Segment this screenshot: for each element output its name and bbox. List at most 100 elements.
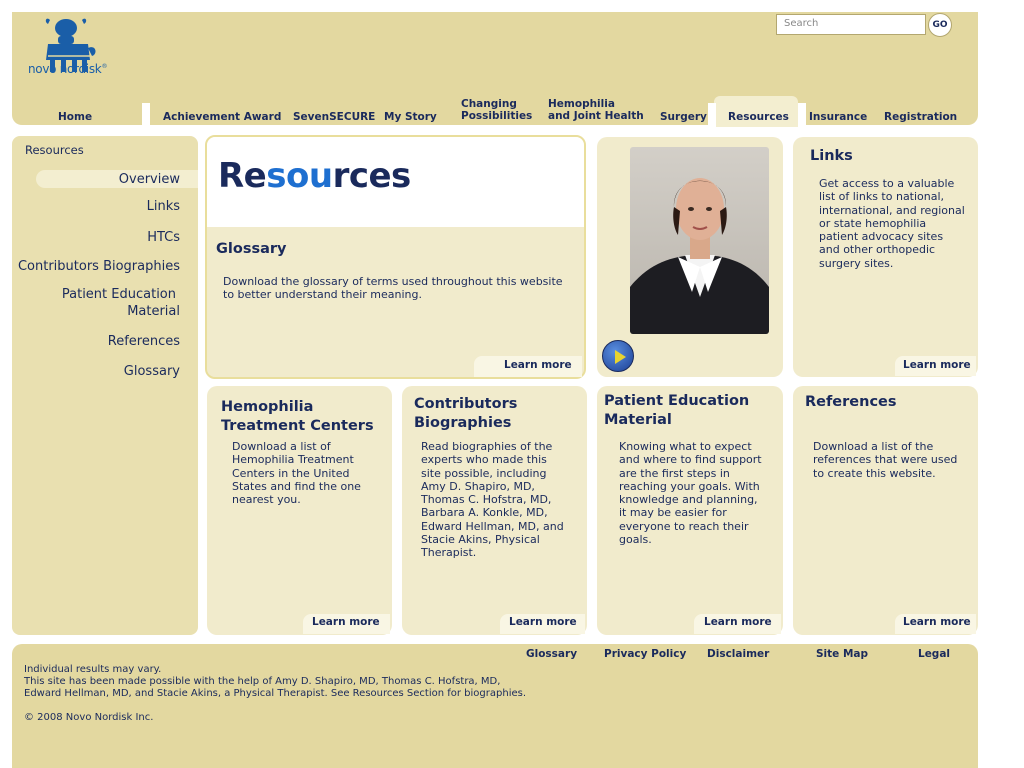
text-line: reaching your goals. With <box>619 479 760 493</box>
references-title: References <box>805 394 897 410</box>
sidebar-item-links[interactable]: Links <box>147 198 180 215</box>
title-line: Patient Education <box>604 393 750 409</box>
footer <box>12 644 978 768</box>
glossary-description: Download the glossary of terms used thro… <box>223 275 563 302</box>
links-learn-more-link[interactable]: Learn more <box>903 359 971 371</box>
nav-divider <box>142 103 150 127</box>
sidebar-item-contributors[interactable]: Contributors Biographies <box>18 258 180 275</box>
text-line: Download the glossary of terms used thro… <box>223 275 563 288</box>
text-line: This site has been made possible with th… <box>24 676 501 687</box>
text-line: Edward Hellman, MD, and Stacie Akins, a … <box>24 688 527 699</box>
nav-my-story[interactable]: My Story <box>384 111 437 123</box>
links-description: Get access to a valuable list of links t… <box>819 177 965 270</box>
footer-link-site-map[interactable]: Site Map <box>816 648 868 660</box>
sidebar-title: Resources <box>25 143 84 157</box>
footer-link-privacy-policy[interactable]: Privacy Policy <box>604 648 686 660</box>
page-title: Resources <box>218 156 411 196</box>
sidebar-item-references[interactable]: References <box>108 333 180 350</box>
text-line: patient advocacy sites <box>819 230 944 244</box>
glossary-title: Glossary <box>216 241 287 257</box>
htc-learn-more-link[interactable]: Learn more <box>312 616 380 628</box>
text-line: and where to find support <box>619 453 762 467</box>
nav-home[interactable]: Home <box>58 111 92 123</box>
nav-divider <box>708 103 716 127</box>
text-line: site possible, including <box>421 466 547 480</box>
text-line: Hemophilia Treatment <box>232 453 354 467</box>
title-line: Material <box>604 412 672 428</box>
page-title-part: rces <box>332 156 412 196</box>
page-title-part: sou <box>266 156 333 196</box>
search-go-button[interactable]: GO <box>928 13 952 37</box>
text-line: goals. <box>619 533 652 547</box>
references-learn-more-link[interactable]: Learn more <box>903 616 971 628</box>
text-line: and other orthopedic <box>819 243 936 257</box>
contributors-title: Contributors Biographies <box>414 395 517 433</box>
nav-changing-possibilities[interactable]: Changing Possibilities <box>461 98 532 122</box>
nav-insurance[interactable]: Insurance <box>809 111 867 123</box>
text-line: references that were used <box>813 453 958 467</box>
text-line: list of links to national, <box>819 190 945 204</box>
text-line: Amy D. Shapiro, MD, <box>421 479 535 493</box>
htc-title: Hemophilia Treatment Centers <box>221 398 374 436</box>
play-video-button[interactable] <box>602 340 634 372</box>
text-line: Get access to a valuable <box>819 177 955 190</box>
footer-link-disclaimer[interactable]: Disclaimer <box>707 648 769 660</box>
sidebar-item-patient-education[interactable]: Patient Education Material <box>61 286 180 320</box>
nav-registration[interactable]: Registration <box>884 111 957 123</box>
play-icon <box>615 350 626 364</box>
nav-sevensecure[interactable]: SevenSECURE <box>293 111 375 123</box>
title-line: Biographies <box>414 415 512 431</box>
text-line: international, and regional <box>819 203 965 217</box>
contributors-learn-more-link[interactable]: Learn more <box>509 616 577 628</box>
text-line: Barbara A. Konkle, MD, <box>421 506 548 520</box>
footer-disclaimer-text: Individual results may vary. This site h… <box>24 664 526 700</box>
nav-hemophilia-joint-health[interactable]: Hemophilia and Joint Health <box>548 98 644 122</box>
glossary-learn-more-link[interactable]: Learn more <box>504 359 572 371</box>
page-title-part: Re <box>218 156 267 196</box>
nav-divider <box>798 103 806 127</box>
patient-education-description: Knowing what to expect and where to find… <box>619 440 762 546</box>
nav-label-line: Possibilities <box>461 110 533 122</box>
text-line: Individual results may vary. <box>24 664 162 675</box>
text-line: surgery sites. <box>819 256 894 270</box>
footer-link-glossary[interactable]: Glossary <box>526 648 577 660</box>
text-line: are the first steps in <box>619 466 730 480</box>
brand-wordmark[interactable]: novo nordisk® <box>28 62 107 76</box>
sidebar-item-overview[interactable]: Overview <box>119 171 180 188</box>
sidebar-label-line: Material <box>127 304 180 319</box>
text-line: Edward Hellman, MD, and <box>421 519 564 533</box>
sidebar: Resources Overview Links HTCs Contributo… <box>12 136 198 635</box>
footer-link-legal[interactable]: Legal <box>918 648 950 660</box>
text-line: Download a list of <box>232 440 331 453</box>
nav-resources[interactable]: Resources <box>728 111 789 123</box>
nav-label-line: and Joint Health <box>548 110 644 122</box>
nav-surgery[interactable]: Surgery <box>660 111 707 123</box>
patient-education-title: Patient Education Material <box>604 392 749 430</box>
title-line: Treatment Centers <box>221 418 374 434</box>
patient-education-learn-more-link[interactable]: Learn more <box>704 616 772 628</box>
trademark-symbol: ® <box>101 63 108 70</box>
text-line: nearest you. <box>232 493 301 507</box>
footer-copyright: © 2008 Novo Nordisk Inc. <box>24 712 154 723</box>
text-line: it may be easier for <box>619 506 727 520</box>
references-card <box>793 386 978 635</box>
links-title: Links <box>810 148 853 164</box>
text-line: knowledge and planning, <box>619 493 758 507</box>
novo-nordisk-bull-logo-icon[interactable] <box>28 14 118 94</box>
sidebar-item-htcs[interactable]: HTCs <box>147 229 180 246</box>
presenter-photo <box>630 147 769 334</box>
htc-description: Download a list of Hemophilia Treatment … <box>232 440 361 506</box>
text-line: everyone to reach their <box>619 519 749 533</box>
references-description: Download a list of the references that w… <box>813 440 957 480</box>
nav-label-line: Hemophilia <box>548 98 615 110</box>
text-line: Therapist. <box>421 546 477 560</box>
contributors-description: Read biographies of the experts who made… <box>421 440 564 560</box>
nav-achievement-award[interactable]: Achievement Award <box>163 111 281 123</box>
presenter-illustration <box>630 178 769 334</box>
sidebar-label-line: Patient Education <box>61 287 176 302</box>
text-line: Read biographies of the <box>421 440 553 453</box>
sidebar-item-glossary[interactable]: Glossary <box>124 363 180 380</box>
search-input[interactable]: Search <box>776 14 926 35</box>
title-line: Hemophilia <box>221 399 314 415</box>
text-line: Knowing what to expect <box>619 440 752 453</box>
